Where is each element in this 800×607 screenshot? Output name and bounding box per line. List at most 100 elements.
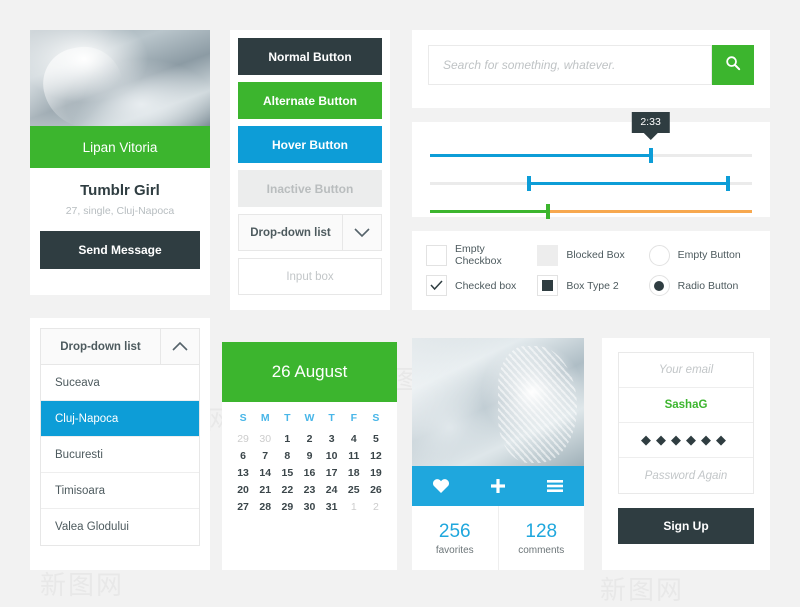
calendar-day[interactable]: 4 [343, 433, 365, 445]
calendar-day[interactable]: 5 [365, 433, 387, 445]
email-field[interactable]: Your email [619, 353, 753, 388]
watermark: 新图网 [600, 576, 685, 606]
checkbox-empty-icon[interactable] [426, 244, 447, 266]
slider-handle-max[interactable] [726, 176, 731, 191]
empty-checkbox-item[interactable]: Empty Checkbox [426, 243, 533, 268]
favorites-count: 256 [438, 520, 471, 542]
checkbox-label: Box Type 2 [566, 279, 619, 292]
normal-button[interactable]: Normal Button [238, 38, 382, 75]
search-button[interactable] [712, 45, 754, 85]
calendar-day[interactable]: 15 [276, 467, 298, 479]
chevron-up-icon[interactable] [160, 329, 199, 364]
radio-empty-icon[interactable] [648, 244, 670, 266]
calendar-day[interactable]: 22 [276, 484, 298, 496]
calendar-day[interactable]: 16 [298, 467, 320, 479]
calendar-day[interactable]: 17 [321, 467, 343, 479]
calendar-day[interactable]: 13 [232, 467, 254, 479]
checkbox-blocked-icon [537, 244, 559, 266]
calendar-day[interactable]: 26 [365, 484, 387, 496]
calendar-day[interactable]: 27 [232, 501, 254, 513]
hover-button[interactable]: Hover Button [238, 126, 382, 163]
split-color-slider[interactable] [430, 198, 752, 226]
dropdown-option[interactable]: Suceava [41, 365, 199, 401]
search-input[interactable]: Search for something, whatever. [428, 45, 712, 85]
calendar-day[interactable]: 29 [232, 433, 254, 445]
square-checkbox-item[interactable]: Box Type 2 [537, 274, 644, 299]
dropdown-option[interactable]: Valea Glodului [41, 509, 199, 545]
password-again-field[interactable]: Password Again [619, 458, 753, 493]
input-box[interactable]: Input box [238, 258, 382, 295]
calendar-day[interactable]: 30 [298, 501, 320, 513]
checkbox-label: Blocked Box [566, 249, 625, 262]
signup-button[interactable]: Sign Up [618, 508, 754, 544]
single-handle-slider[interactable]: 2:33 [430, 112, 752, 170]
empty-radio-item[interactable]: Empty Button [648, 243, 756, 268]
calendar-day[interactable]: 28 [254, 501, 276, 513]
calendar-day[interactable]: 23 [298, 484, 320, 496]
password-field[interactable]: ◆◆◆◆◆◆ [619, 423, 753, 458]
calendar-day[interactable]: 31 [321, 501, 343, 513]
alternate-button[interactable]: Alternate Button [238, 82, 382, 119]
search-row: Search for something, whatever. [412, 30, 770, 100]
calendar-day[interactable]: 12 [365, 450, 387, 462]
calendar-day[interactable]: 11 [343, 450, 365, 462]
checkbox-square-icon[interactable] [537, 275, 559, 297]
calendar-day[interactable]: 1 [343, 501, 365, 513]
dropdown-option-selected[interactable]: Cluj-Napoca [41, 401, 199, 437]
profile-body: Tumblr Girl 27, single, Cluj-Napoca Send… [30, 168, 210, 283]
checkbox-grid: Empty Checkbox Blocked Box Empty Button … [412, 231, 770, 310]
dropdown-closed[interactable]: Drop-down list [238, 214, 382, 251]
menu-icon[interactable] [546, 479, 564, 493]
plus-icon[interactable] [490, 478, 506, 494]
calendar-day[interactable]: 19 [365, 467, 387, 479]
calendar-day[interactable]: 29 [276, 501, 298, 513]
slider-fill [430, 154, 649, 157]
calendar-day[interactable]: 8 [276, 450, 298, 462]
calendar-day[interactable]: 7 [254, 450, 276, 462]
calendar-day[interactable]: 18 [343, 467, 365, 479]
range-slider[interactable] [430, 170, 752, 198]
chevron-down-icon[interactable] [342, 215, 381, 250]
calendar-weekday: S [372, 412, 380, 424]
dropdown-header[interactable]: Drop-down list [40, 328, 200, 365]
slider-handle-min[interactable] [526, 176, 531, 191]
calendar-day[interactable]: 10 [321, 450, 343, 462]
photo-action-bar [412, 466, 584, 506]
photo-thumbnail [412, 338, 584, 466]
calendar-day[interactable]: 9 [298, 450, 320, 462]
calendar-day[interactable]: 30 [254, 433, 276, 445]
profile-card: Lipan Vitoria Tumblr Girl 27, single, Cl… [30, 30, 210, 295]
calendar-day[interactable]: 24 [321, 484, 343, 496]
calendar-day[interactable]: 2 [298, 433, 320, 445]
ui-kit-page: 新图网 新图网 新图网 新图网 新图网 新图网 Lipan Vitoria Tu… [0, 0, 800, 606]
calendar-day[interactable]: 2 [365, 501, 387, 513]
calendar-day[interactable]: 3 [321, 433, 343, 445]
calendar-weekday: F [350, 412, 357, 424]
heart-icon[interactable] [432, 478, 450, 494]
filled-radio-item[interactable]: Radio Button [648, 274, 756, 299]
calendar-day[interactable]: 21 [254, 484, 276, 496]
dropdown-option[interactable]: Timisoara [41, 473, 199, 509]
dropdown-open-panel: Drop-down list Suceava Cluj-Napoca Bucur… [30, 318, 210, 570]
calendar-panel: 26 August S M T W T F S 29 30 1 2 3 4 5 … [222, 342, 397, 570]
slider-handle[interactable] [545, 204, 550, 219]
checkbox-checked-icon[interactable] [426, 275, 447, 297]
calendar-day[interactable]: 25 [343, 484, 365, 496]
calendar-weekday: W [304, 412, 315, 424]
slider-tooltip: 2:33 [631, 112, 670, 133]
profile-title: Tumblr Girl [80, 182, 160, 199]
send-message-button[interactable]: Send Message [40, 231, 200, 269]
calendar-title: 26 August [271, 362, 348, 381]
signup-panel: Your email SashaG ◆◆◆◆◆◆ Password Again … [602, 338, 770, 570]
username-field[interactable]: SashaG [619, 388, 753, 423]
dropdown-open: Drop-down list Suceava Cluj-Napoca Bucur… [30, 318, 210, 556]
slider-handle[interactable] [648, 148, 653, 163]
calendar-day[interactable]: 14 [254, 467, 276, 479]
radio-filled-icon[interactable] [648, 275, 670, 297]
dropdown-option[interactable]: Bucuresti [41, 437, 199, 473]
button-stack: Normal Button Alternate Button Hover But… [230, 30, 390, 303]
calendar-day[interactable]: 20 [232, 484, 254, 496]
calendar-day[interactable]: 6 [232, 450, 254, 462]
calendar-day[interactable]: 1 [276, 433, 298, 445]
checked-checkbox-item[interactable]: Checked box [426, 274, 533, 299]
